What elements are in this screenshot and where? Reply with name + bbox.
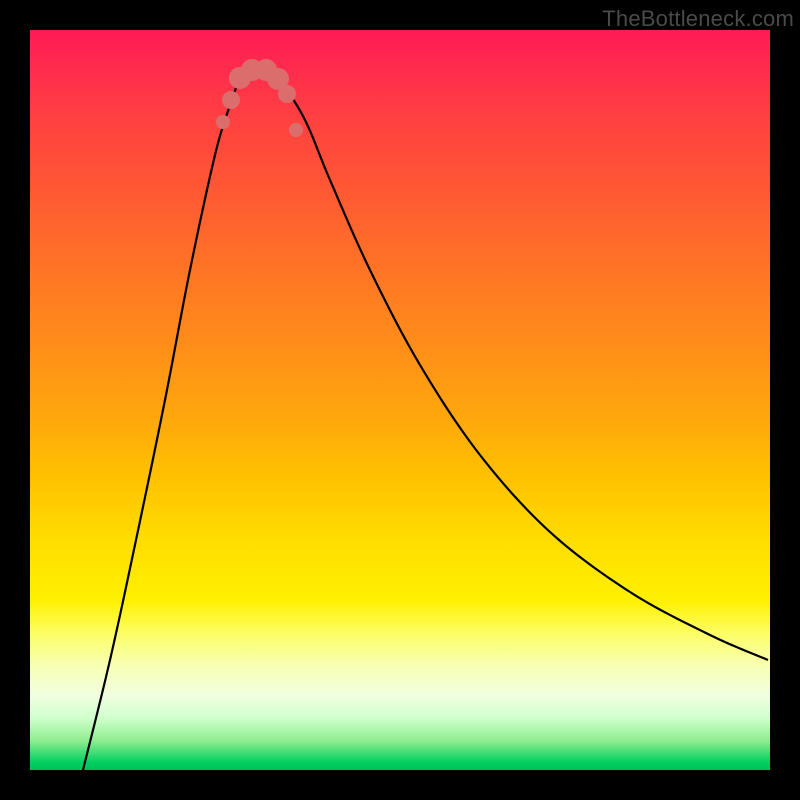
watermark-text: TheBottleneck.com [602, 6, 794, 32]
chart-frame: TheBottleneck.com [0, 0, 800, 800]
bottleneck-curve-right [270, 70, 768, 660]
bottleneck-marker [222, 91, 240, 109]
bottleneck-curve-left [83, 70, 248, 770]
bottleneck-marker [278, 85, 296, 103]
bottleneck-marker [216, 115, 230, 129]
curves-layer [30, 30, 770, 770]
bottleneck-marker [289, 123, 303, 137]
plot-area [30, 30, 770, 770]
